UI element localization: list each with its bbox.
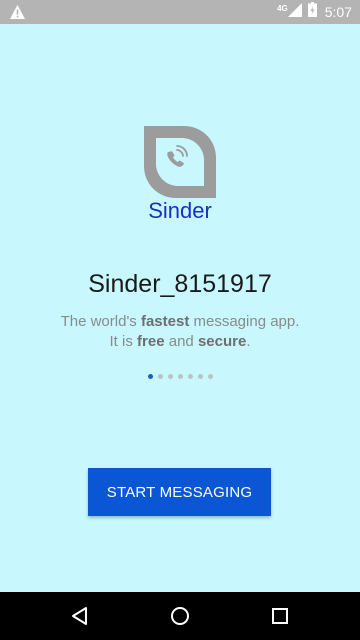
network-type: 4G bbox=[277, 3, 288, 13]
page-dot-active bbox=[147, 374, 153, 379]
page-dot bbox=[157, 374, 163, 379]
signal-icon bbox=[287, 2, 302, 22]
back-icon[interactable] bbox=[68, 604, 92, 628]
app-logo-icon bbox=[144, 126, 216, 198]
page-dot bbox=[167, 374, 173, 379]
tagline-text: . bbox=[246, 333, 251, 350]
page-dot bbox=[207, 374, 213, 379]
recents-icon[interactable] bbox=[268, 604, 292, 628]
tagline-text: messaging app. bbox=[189, 313, 300, 330]
tagline: The world's fastest messaging app. It is… bbox=[0, 312, 360, 352]
status-icons: 4G 5:07 bbox=[277, 0, 352, 24]
navigation-bar bbox=[0, 592, 360, 640]
tagline-emphasis: secure bbox=[197, 333, 247, 350]
tagline-text: The world's bbox=[60, 313, 141, 330]
page-title: Sinder_8151917 bbox=[88, 270, 272, 298]
brand-name: Sinder bbox=[148, 198, 212, 223]
home-icon[interactable] bbox=[168, 604, 192, 628]
battery-icon bbox=[307, 2, 317, 22]
tagline-line-2: It is free and secure. bbox=[0, 332, 360, 352]
status-bar: 4G 5:07 bbox=[0, 0, 360, 24]
screen: 4G 5:07 Sinder Sinder_8151917 The world'… bbox=[0, 0, 360, 640]
tagline-text: and bbox=[164, 333, 198, 350]
tagline-text: It is bbox=[109, 333, 138, 350]
clock: 5:07 bbox=[324, 4, 352, 20]
warning-icon bbox=[10, 5, 25, 24]
tagline-emphasis: fastest bbox=[140, 313, 190, 330]
page-dot bbox=[177, 374, 183, 379]
start-messaging-button[interactable]: START MESSAGING bbox=[88, 468, 271, 516]
page-dot bbox=[197, 374, 203, 379]
tagline-line-1: The world's fastest messaging app. bbox=[0, 312, 360, 332]
page-dot bbox=[187, 374, 193, 379]
page-indicator bbox=[0, 374, 360, 379]
tagline-emphasis: free bbox=[137, 333, 165, 350]
